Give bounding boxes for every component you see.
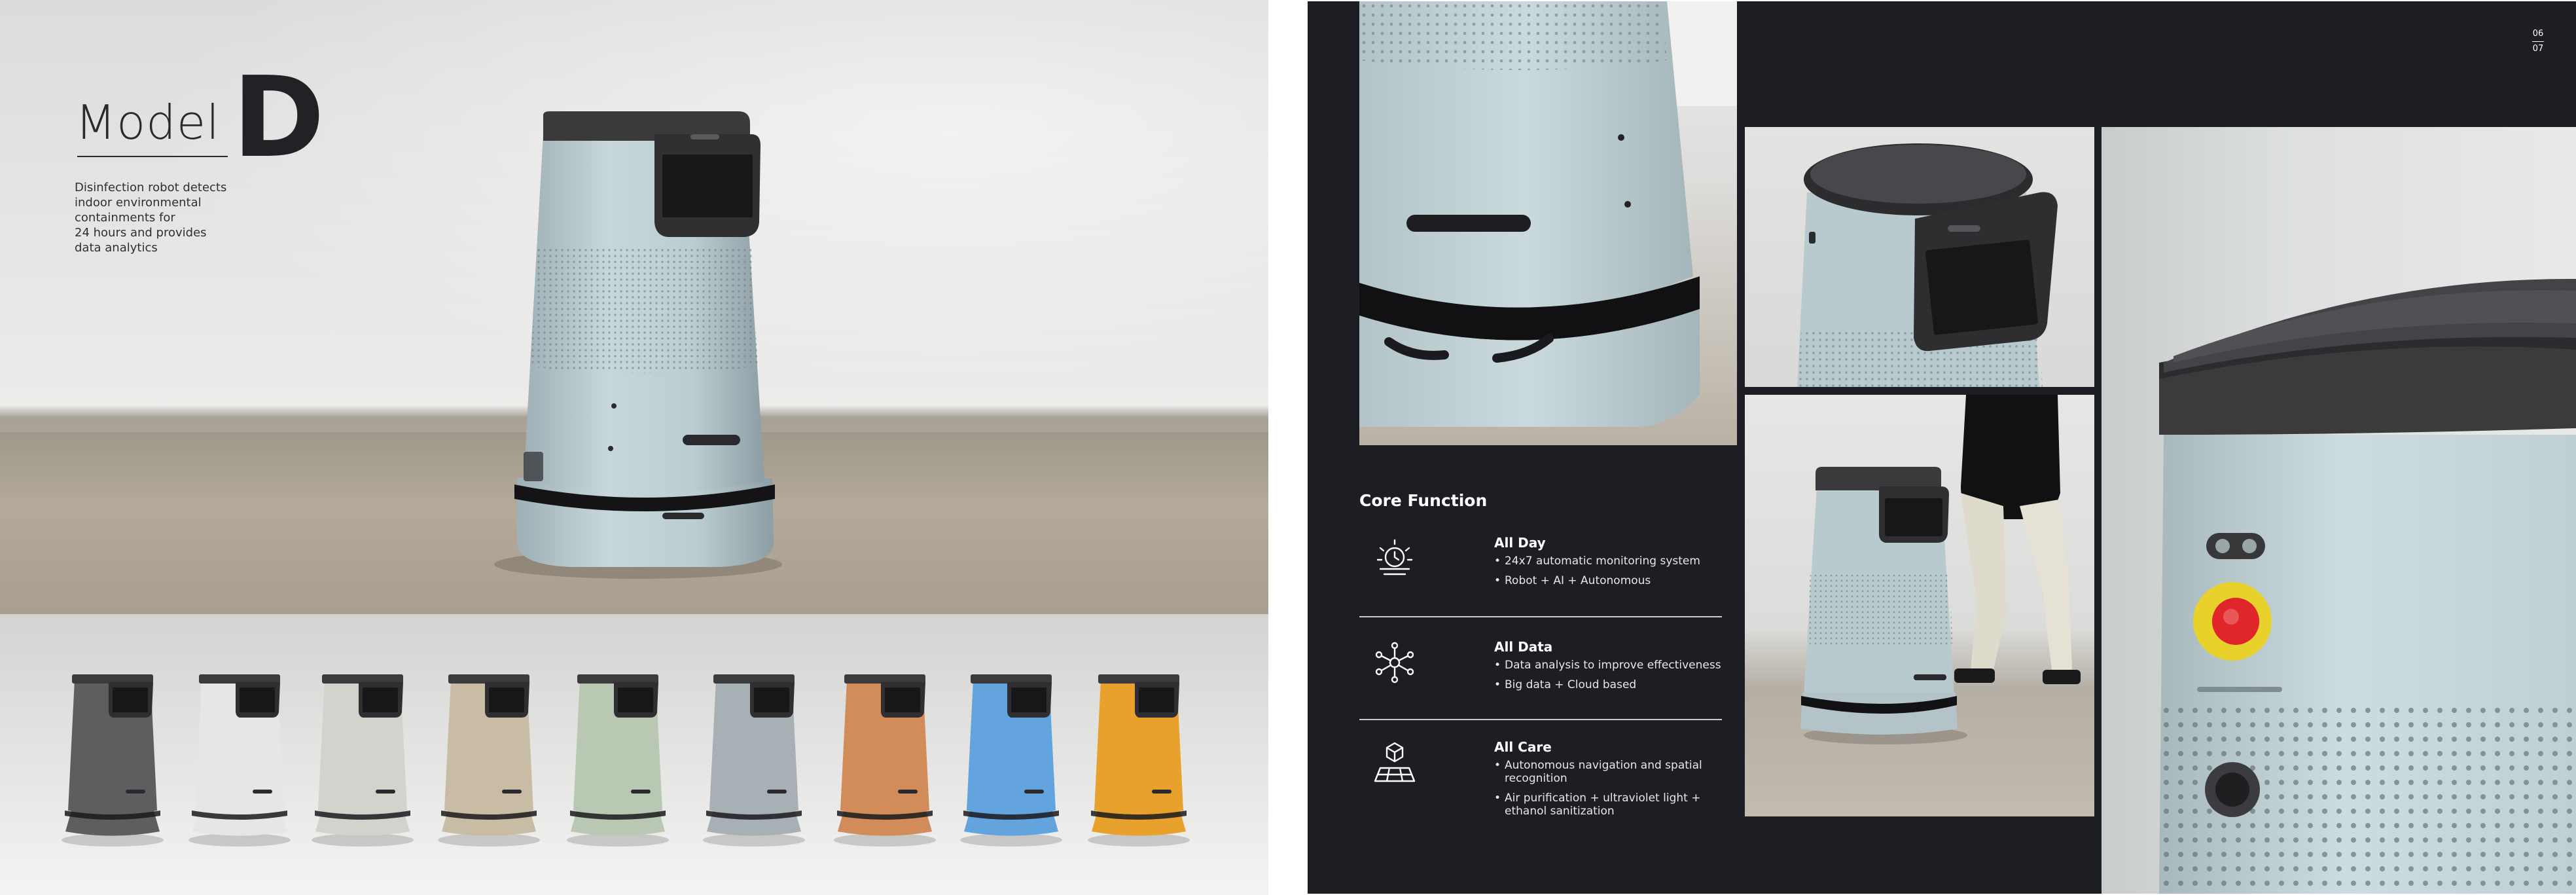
lineup-robot xyxy=(567,674,669,847)
divider xyxy=(1359,616,1722,617)
feature-name: All Data xyxy=(1494,639,1553,655)
sun-clock-icon xyxy=(1376,539,1413,575)
feature-bullet: Data analysis to improve effectiveness xyxy=(1494,659,1730,672)
lineup-robot xyxy=(834,674,936,847)
model-letter: D xyxy=(232,53,325,183)
hero-photo: Model D Disinfection robot detects indoo… xyxy=(0,0,1268,614)
feature-all-care: All Care Autonomous navigation and spati… xyxy=(1359,739,1722,837)
feature-bullet: Robot + AI + Autonomous xyxy=(1494,574,1730,587)
feature-all-data: All Data Data analysis to improve effect… xyxy=(1359,639,1722,718)
feature-bullet: Big data + Cloud based xyxy=(1494,678,1730,691)
closeup-photo-emergency-button xyxy=(2102,127,2576,894)
feature-name: All Care xyxy=(1494,739,1552,755)
core-function-title: Core Function xyxy=(1359,491,1488,510)
feature-all-day: All Day 24x7 automatic monitoring system… xyxy=(1359,535,1722,613)
network-nodes-icon xyxy=(1375,642,1414,684)
lineup-robot xyxy=(188,674,291,847)
page-number-top: 06 xyxy=(2532,29,2544,39)
robot-color-lineup xyxy=(62,674,1190,847)
title-underline xyxy=(77,156,228,157)
feature-bullets: Data analysis to improve effectiveness B… xyxy=(1494,659,1730,698)
lineup-robot xyxy=(960,674,1062,847)
feature-bullets: 24x7 automatic monitoring system Robot +… xyxy=(1494,555,1730,594)
feature-name: All Day xyxy=(1494,535,1546,551)
robot-hero-illustration xyxy=(494,111,782,579)
feature-bullet: 24x7 automatic monitoring system xyxy=(1494,555,1730,568)
feature-bullets: Autonomous navigation and spatial recogn… xyxy=(1494,759,1730,824)
lineup-robot xyxy=(62,674,164,847)
lineup-robot xyxy=(312,674,414,847)
lifestyle-photo xyxy=(1745,395,2094,816)
right-page: 06 07 Core Function All Day 24x7 automat… xyxy=(1308,1,2576,894)
color-lineup-photo xyxy=(0,614,1268,895)
feature-bullet: Air purification + ultraviolet light + e… xyxy=(1494,792,1730,818)
page-number: 06 07 xyxy=(2525,29,2551,54)
closeup-photo-front xyxy=(1359,1,1737,445)
cube-grid-icon xyxy=(1374,742,1416,782)
lineup-robot xyxy=(1088,674,1190,847)
lineup-robot xyxy=(703,674,805,847)
model-description: Disinfection robot detects indoor enviro… xyxy=(75,181,227,255)
closeup-photo-screen xyxy=(1745,127,2094,387)
divider xyxy=(1359,719,1722,720)
feature-bullet: Autonomous navigation and spatial recogn… xyxy=(1494,759,1730,785)
model-word: Model xyxy=(75,95,221,150)
page-number-bottom: 07 xyxy=(2532,44,2544,54)
lineup-robot xyxy=(438,674,540,847)
